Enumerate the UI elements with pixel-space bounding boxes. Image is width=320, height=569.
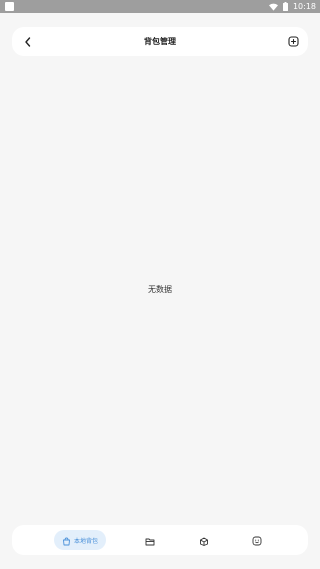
nav-item-local-backpack[interactable]: 本地背包: [54, 530, 106, 550]
status-bar: 10:18: [0, 0, 320, 13]
bag-icon: [62, 531, 71, 550]
add-box-icon: [287, 32, 299, 51]
empty-state-text: 无数据: [148, 285, 172, 294]
nav-item-profile[interactable]: [249, 530, 265, 550]
box-icon: [199, 531, 209, 550]
notification-icon: [5, 2, 14, 11]
folder-icon: [145, 531, 155, 550]
nav-item-folder[interactable]: [142, 530, 158, 550]
battery-icon: [282, 2, 288, 11]
add-backpack-button[interactable]: [286, 34, 300, 48]
nav-item-box[interactable]: [196, 530, 212, 550]
header-bar: 背包管理: [12, 27, 308, 56]
page-title: 背包管理: [144, 37, 176, 46]
wifi-icon: [268, 3, 278, 11]
smile-icon: [252, 531, 262, 550]
bottom-nav: 本地背包: [12, 525, 308, 555]
status-time: 10:18: [292, 2, 316, 11]
status-right: 10:18: [268, 0, 316, 13]
nav-label-local-backpack: 本地背包: [73, 537, 98, 545]
